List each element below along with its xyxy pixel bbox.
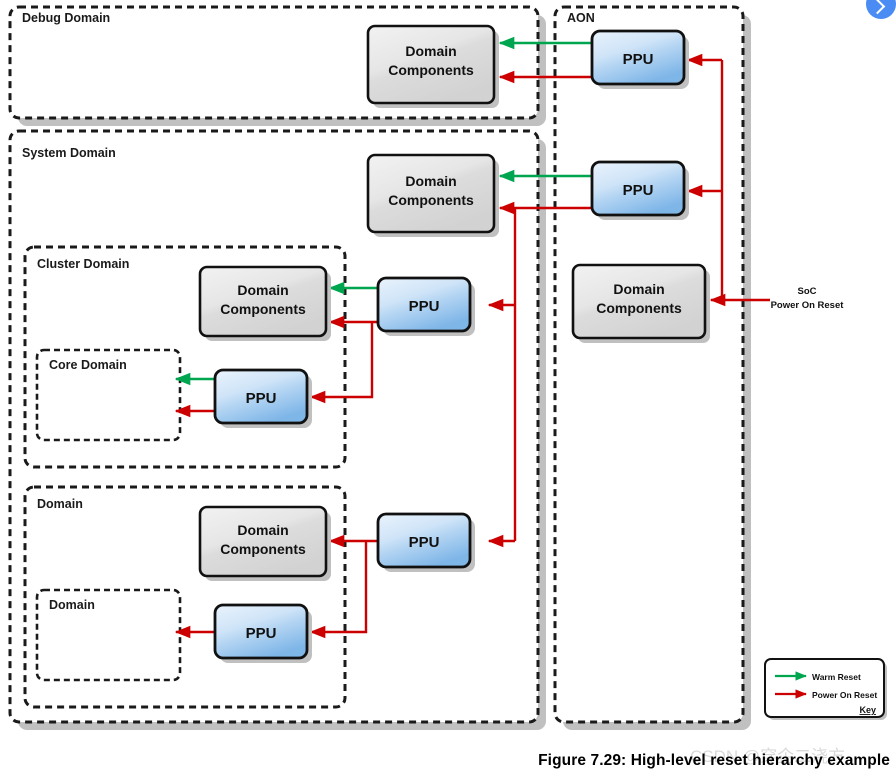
legend-label-warm-reset: Warm Reset xyxy=(812,672,861,682)
legend-key: Warm Reset Power On Reset Key xyxy=(764,658,887,720)
block-aon-components-line1: Domain xyxy=(613,281,664,297)
block-debug-components-line2: Components xyxy=(388,62,474,78)
block-ppu-mid-label: PPU xyxy=(409,534,440,551)
diagram-canvas: Debug Domain System Domain Cluster Domai… xyxy=(0,0,896,784)
domain-label-leaf: Domain xyxy=(49,598,95,612)
block-mid-components-line1: Domain xyxy=(237,522,288,538)
block-cluster-components-line1: Domain xyxy=(237,282,288,298)
soc-reset-label-line2: Power On Reset xyxy=(771,300,845,311)
block-ppu-core-label: PPU xyxy=(246,390,277,407)
domain-label-mid: Domain xyxy=(37,497,83,511)
block-mid-components-line2: Components xyxy=(220,541,306,557)
block-debug-components-line1: Domain xyxy=(405,43,456,59)
domain-label-debug: Debug Domain xyxy=(22,11,110,25)
figure-caption: Figure 7.29: High-level reset hierarchy … xyxy=(538,752,890,769)
soc-reset-label-line1: SoC xyxy=(798,286,817,297)
domain-label-system: System Domain xyxy=(22,146,116,160)
domain-label-cluster: Cluster Domain xyxy=(37,257,129,271)
legend-label-power-on-reset: Power On Reset xyxy=(812,690,877,700)
block-system-components-line1: Domain xyxy=(405,173,456,189)
block-cluster-components-line2: Components xyxy=(220,301,306,317)
block-system-components-line2: Components xyxy=(388,192,474,208)
block-aon-components-line2: Components xyxy=(596,300,682,316)
block-ppu-leaf-label: PPU xyxy=(246,625,277,642)
domain-label-aon: AON xyxy=(567,11,595,25)
domain-aon xyxy=(553,5,745,724)
block-ppu-aon-debug-label: PPU xyxy=(623,51,654,68)
block-ppu-cluster-label: PPU xyxy=(409,298,440,315)
block-ppu-aon-system-label: PPU xyxy=(623,182,654,199)
domain-label-core: Core Domain xyxy=(49,358,127,372)
legend-title: Key xyxy=(859,705,876,715)
reset-hierarchy-diagram: Debug Domain System Domain Cluster Domai… xyxy=(8,5,887,730)
